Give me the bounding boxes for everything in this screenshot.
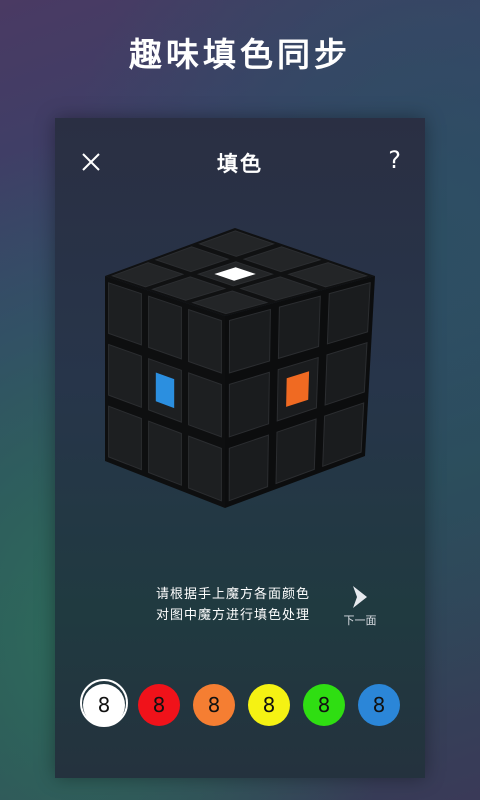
- swatch-label: 8: [152, 693, 166, 717]
- help-button[interactable]: ?: [388, 146, 401, 174]
- next-face-button[interactable]: 下一面: [335, 584, 385, 634]
- swatch-label: 8: [262, 693, 276, 717]
- color-palette: 8 8 8 8 8 8: [55, 679, 425, 728]
- swatch-label: 8: [317, 693, 331, 717]
- top-bar: 填色 ?: [55, 118, 425, 204]
- color-swatch-red[interactable]: 8: [138, 684, 180, 726]
- color-swatch-yellow[interactable]: 8: [248, 684, 290, 726]
- color-swatch-white[interactable]: 8: [83, 684, 125, 726]
- play-arrow-icon: [353, 586, 367, 608]
- instructions-text: 请根据手上魔方各面颜色 对图中魔方进行填色处理: [133, 584, 333, 626]
- cube-left-tile: [108, 282, 142, 346]
- next-face-label: 下一面: [343, 614, 377, 627]
- instructions-line-2: 对图中魔方进行填色处理: [155, 608, 310, 623]
- cube-left-tile: [188, 308, 222, 374]
- color-swatch-orange[interactable]: 8: [193, 684, 235, 726]
- color-swatch-green[interactable]: 8: [303, 684, 345, 726]
- instructions-line-1: 请根据手上魔方各面颜色: [155, 587, 310, 602]
- swatch-label: 8: [97, 693, 111, 717]
- promo-banner-title: 趣味填色同步: [129, 35, 351, 74]
- rubiks-cube[interactable]: [85, 226, 385, 526]
- color-swatch-blue[interactable]: 8: [358, 684, 400, 726]
- cube-left-tile: [148, 295, 182, 360]
- page-title: 填色: [217, 152, 263, 176]
- cube-3d-view[interactable]: [85, 226, 385, 526]
- swatch-label: 8: [207, 693, 221, 717]
- swatch-label: 8: [372, 693, 386, 717]
- app-screen: 填色 ? 请根据手上魔方各面颜色 对图中魔方进行填色处理 下一面 8 8 8 8 8 8: [55, 118, 425, 778]
